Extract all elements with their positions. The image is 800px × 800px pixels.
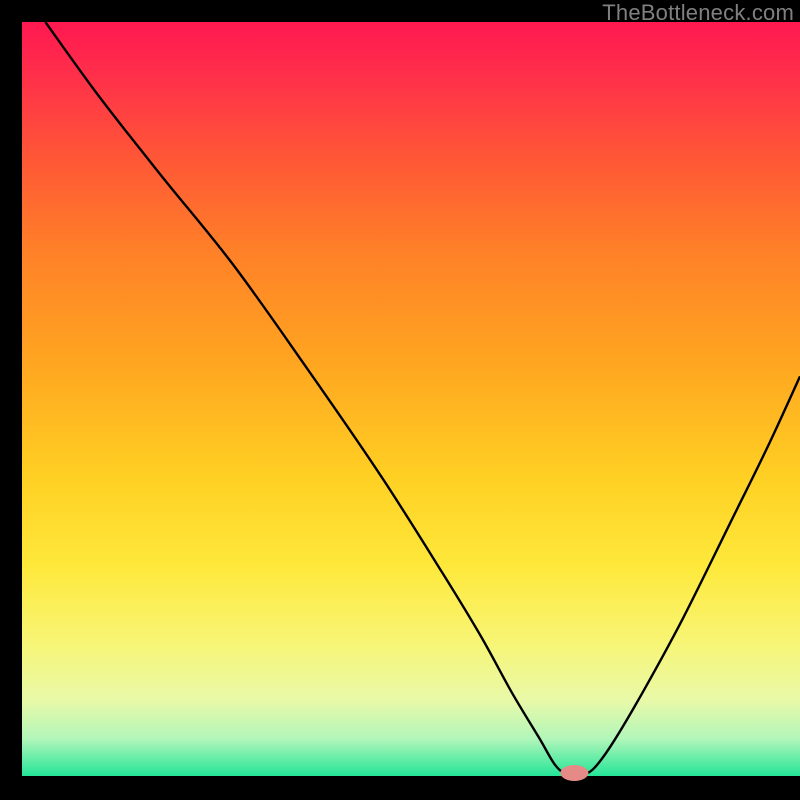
- chart-container: TheBottleneck.com: [0, 0, 800, 800]
- optimal-point-marker: [560, 765, 588, 781]
- watermark-text: TheBottleneck.com: [602, 0, 794, 26]
- bottleneck-chart: [0, 0, 800, 800]
- chart-background: [22, 22, 800, 776]
